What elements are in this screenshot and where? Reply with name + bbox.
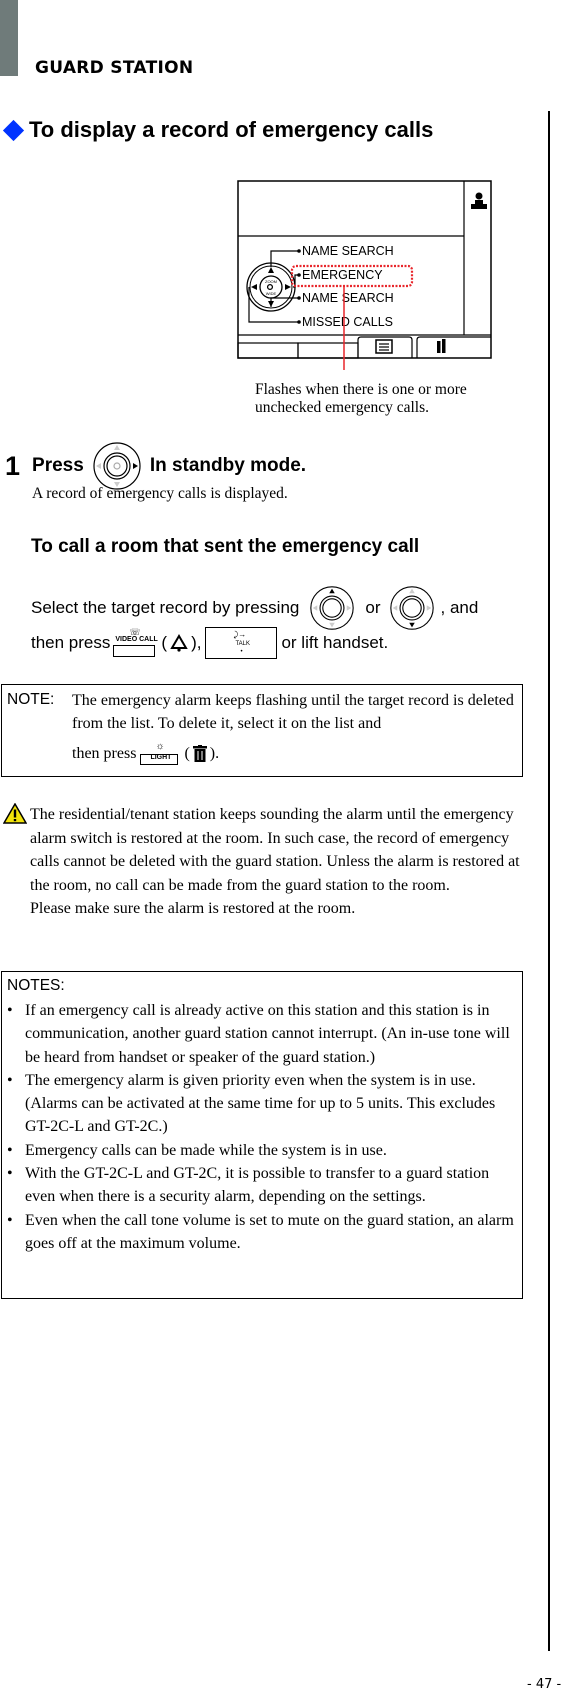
step-rest-text: In standby mode. <box>149 455 307 476</box>
diamond-bullet-icon <box>2 119 25 141</box>
menu-item-name-search-top: NAME SEARCH <box>302 244 394 258</box>
video-call-button: ☏ VIDEO CALL <box>113 627 158 659</box>
dial-up-button-icon <box>310 586 355 630</box>
margin-rule <box>548 111 550 1651</box>
list-item: • If an emergency call is already active … <box>7 1002 510 1066</box>
page-title: To display a record of emergency calls <box>2 117 433 143</box>
step-1: 1 Press In standby mode. <box>5 441 306 491</box>
dial-right-button-icon <box>93 442 141 490</box>
notes-list: • If an emergency call is already active … <box>6 999 518 1255</box>
screen-caption: Flashes when there is one or more unchec… <box>255 381 467 416</box>
trash-icon <box>192 745 207 762</box>
menu-item-missed-calls: MISSED CALLS <box>302 315 393 329</box>
list-icon <box>375 339 393 354</box>
select-instruction: Select the target record by pressing or … <box>31 585 478 631</box>
list-item: • The emergency alarm is given priority e… <box>7 1071 496 1136</box>
notes-title: NOTES: <box>7 977 65 994</box>
section-tab-marker <box>0 0 18 76</box>
caution-paragraph: The residential/tenant station keeps sou… <box>3 803 523 921</box>
section-label: GUARD STATION <box>35 58 194 78</box>
bell-icon <box>170 634 188 652</box>
note-label: NOTE: <box>7 691 55 708</box>
list-item: • Emergency calls can be made while the s… <box>7 1141 387 1159</box>
dial-down-button-icon <box>389 586 434 630</box>
warning-icon <box>3 803 27 824</box>
screen-diagram: ZOOM WIDE NAME SEARCH EMERGENCY NAME SEA… <box>237 180 492 370</box>
menu-item-emergency: EMERGENCY <box>302 268 383 282</box>
step-1-description: A record of emergency calls is displayed… <box>32 485 288 502</box>
press-instruction: then press ☏ VIDEO CALL ( ), ⤸→ TALK • o… <box>31 627 388 659</box>
call-room-heading: To call a room that sent the emergency c… <box>31 536 420 557</box>
svg-text:ZOOM: ZOOM <box>265 279 277 284</box>
list-item: • Even when the call tone volume is set t… <box>7 1211 514 1252</box>
note-text: The emergency alarm keeps flashing until… <box>72 689 517 765</box>
list-item: • With the GT-2C-L and GT-2C, it is possi… <box>7 1165 490 1206</box>
talk-button: ⤸→ TALK • <box>205 627 278 659</box>
svg-text:WIDE: WIDE <box>266 291 277 296</box>
light-button: ☼ LIGHT <box>140 737 180 765</box>
page-title-text: To display a record of emergency calls <box>29 117 434 142</box>
step-number: 1 <box>5 450 21 481</box>
menu-item-name-search-bottom: NAME SEARCH <box>302 291 394 305</box>
page-number: - 47 - <box>527 1677 562 1692</box>
step-press-text: Press <box>32 455 84 476</box>
